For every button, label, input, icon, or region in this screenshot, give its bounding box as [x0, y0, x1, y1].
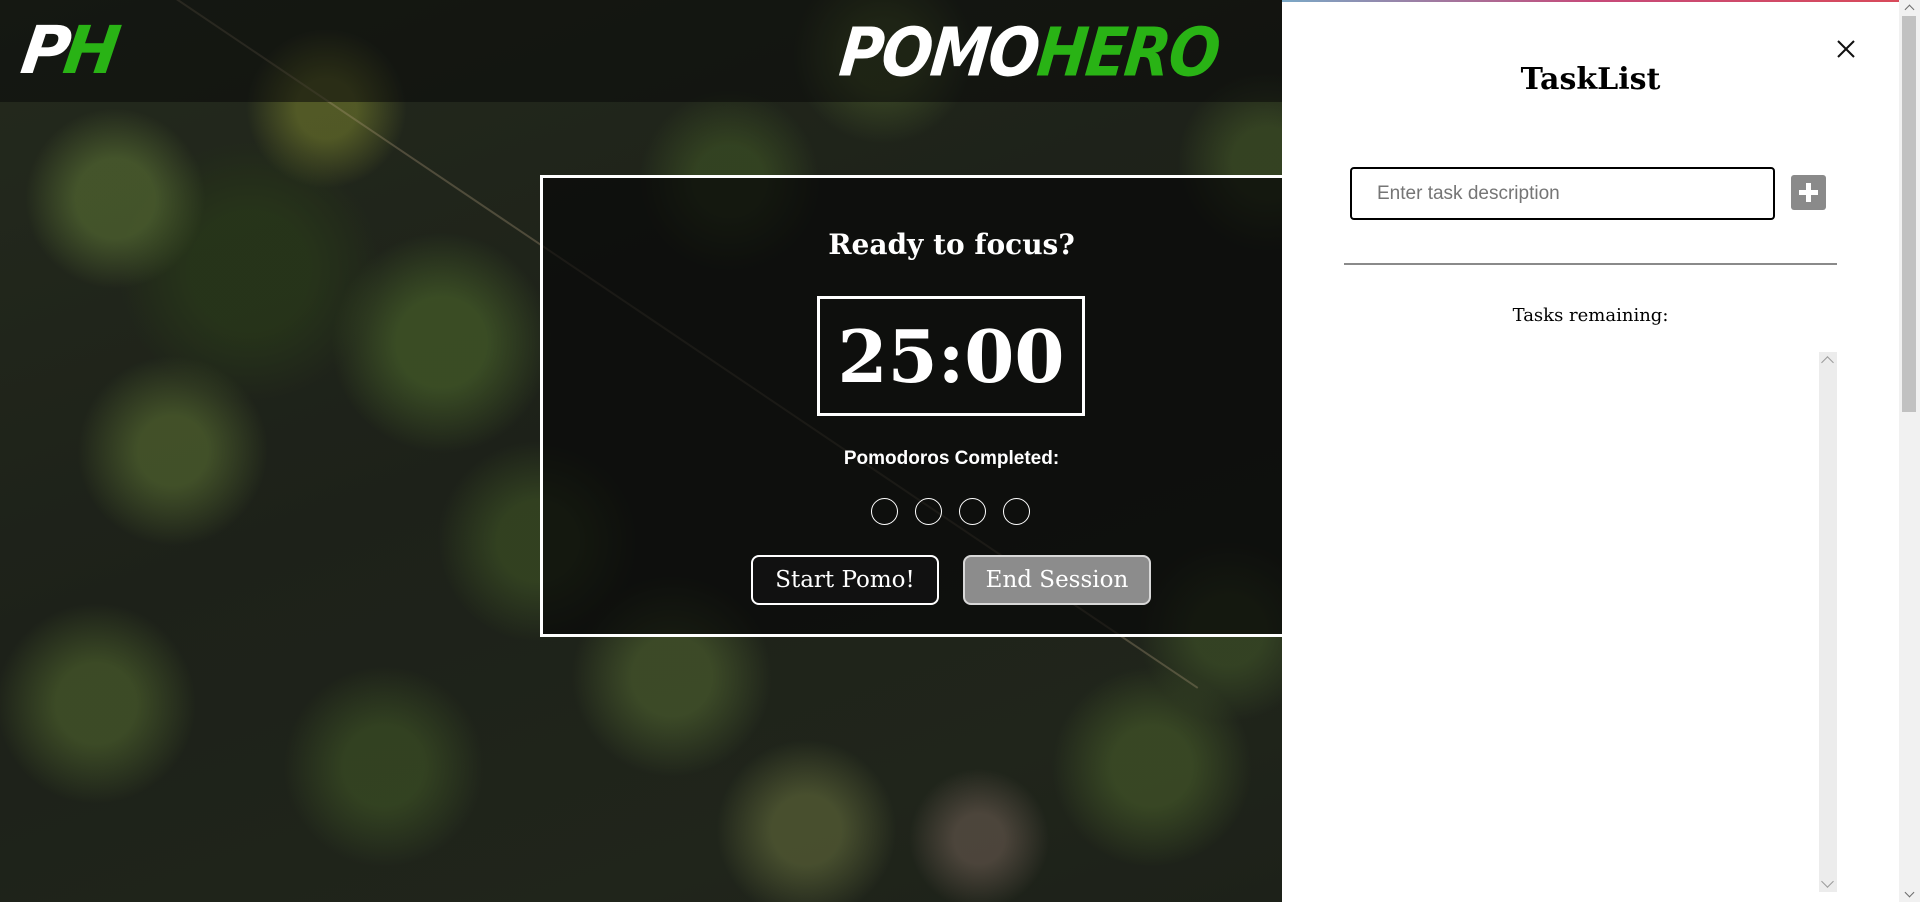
scroll-down-arrow-icon[interactable]	[1821, 875, 1834, 888]
task-description-input[interactable]	[1350, 167, 1775, 220]
panel-accent-line	[1282, 0, 1899, 2]
tasklist-title: TaskList	[1520, 62, 1661, 97]
pomodoros-completed-label: Pomodoros Completed:	[843, 448, 1060, 469]
tasklist-divider	[1344, 263, 1837, 265]
pomodoro-indicator	[1003, 498, 1030, 525]
tasks-remaining-label: Tasks remaining:	[1512, 305, 1669, 326]
timer-value: 25:00	[837, 313, 1065, 399]
timer-heading: Ready to focus?	[828, 228, 1075, 261]
add-task-button[interactable]	[1791, 175, 1826, 210]
logo[interactable]: PH	[17, 12, 119, 89]
brand-title-second: HERO	[1033, 13, 1223, 93]
timer-display: 25:00	[817, 296, 1085, 416]
page-scroll-up-icon[interactable]	[1904, 4, 1915, 15]
close-icon[interactable]	[1831, 34, 1861, 64]
logo-letter-h: H	[59, 12, 120, 89]
start-pomo-button[interactable]: Start Pomo!	[751, 555, 939, 605]
brand-title-first: POMO	[835, 13, 1042, 93]
end-session-button[interactable]: End Session	[963, 555, 1151, 605]
brand-title: POMOHERO	[836, 14, 1222, 92]
pomodoro-indicators	[871, 498, 1030, 525]
task-list-scrollbar[interactable]	[1819, 352, 1837, 892]
tasklist-panel: TaskList Tasks remaining:	[1282, 0, 1899, 902]
pomodoro-indicator	[915, 498, 942, 525]
pomodoro-indicator	[959, 498, 986, 525]
pomodoro-indicator	[871, 498, 898, 525]
page-scrollbar-thumb[interactable]	[1902, 16, 1916, 412]
scroll-up-arrow-icon[interactable]	[1821, 356, 1834, 369]
page-scrollbar[interactable]	[1899, 0, 1920, 902]
timer-card: Ready to focus? 25:00 Pomodoros Complete…	[540, 175, 1300, 637]
page-scroll-down-icon[interactable]	[1904, 887, 1915, 898]
top-header: PH POMOHERO	[0, 0, 1282, 102]
